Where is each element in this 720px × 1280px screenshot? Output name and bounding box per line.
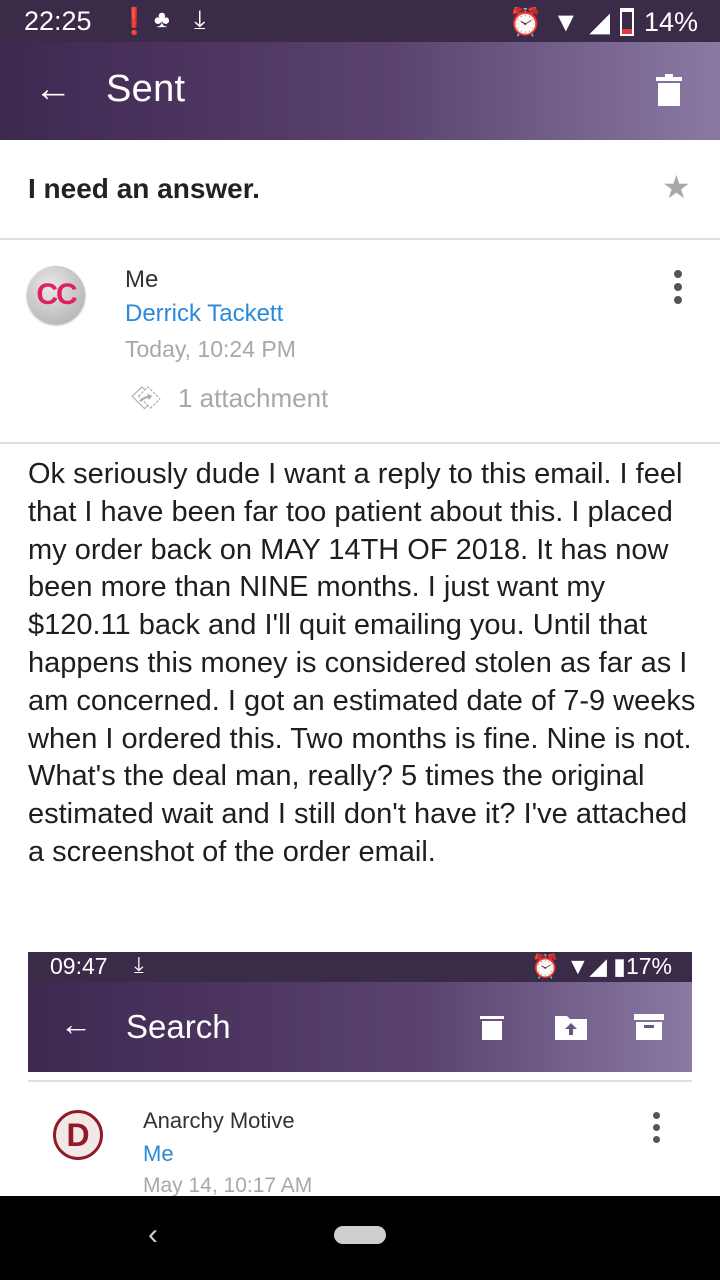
image-sender-name: Anarchy Motive (143, 1108, 295, 1133)
home-pill-icon[interactable] (334, 1226, 386, 1244)
avatar[interactable]: CC (27, 266, 85, 324)
navigation-bar: ‹ (0, 1196, 720, 1280)
status-time: 22:25 (24, 6, 92, 36)
image-status-time: 09:47 (50, 953, 108, 979)
back-arrow-icon[interactable]: ← (34, 69, 72, 109)
divider (28, 1080, 692, 1082)
image-date: May 14, 10:17 AM (143, 1174, 313, 1196)
back-arrow-icon: ← (60, 1006, 92, 1042)
star-icon[interactable]: ★ (662, 168, 691, 206)
battery-percent: 14% (643, 6, 698, 37)
recipient-name[interactable]: Derrick Tackett (125, 300, 283, 328)
image-status-bar: 09:47 ⤓ ⏰ ▼◢ ▮17% (28, 952, 692, 982)
nav-back-icon[interactable]: ‹ (148, 1218, 158, 1252)
avatar: D (53, 1110, 103, 1160)
image-title: Search (126, 1008, 231, 1045)
archive-icon (634, 1014, 664, 1040)
app-bar: ← Sent (0, 42, 720, 140)
folder-move-icon (555, 1016, 587, 1040)
more-vert-icon (651, 1112, 661, 1143)
subject: I need an answer. (28, 173, 260, 204)
paperclip-icon: ⎘ (127, 379, 164, 416)
page-title: Sent (106, 68, 186, 110)
status-bar: 22:25 ❗ ♣ ⤓ ⏰ ▼ ◢ 14% (0, 0, 720, 42)
sender-name: Me (125, 266, 159, 293)
image-battery-percent: 17% (625, 953, 672, 979)
message-header: CC Me Derrick Tackett Today, 10:24 PM ⎘ … (0, 240, 720, 444)
signal-icon: ◢ (589, 6, 610, 37)
image-status-indicators: ⏰ ▼◢ ▮17% (531, 953, 672, 979)
message-date: Today, 10:24 PM (125, 336, 296, 362)
status-indicators: ⏰ ▼ ◢ 14% (509, 6, 698, 38)
message-body: Ok seriously dude I want a reply to this… (28, 458, 696, 868)
attachment-image[interactable]: 09:47 ⤓ ⏰ ▼◢ ▮17% ← Search D Anarchy Mot… (28, 952, 692, 1196)
alert-icon: ❗ (118, 6, 151, 36)
subject-row: I need an answer. ★ (0, 140, 720, 240)
trash-icon[interactable] (656, 74, 682, 106)
wifi-icon: ▼ (552, 6, 580, 37)
image-app-bar: ← Search (28, 982, 692, 1072)
download-icon: ⤓ (194, 4, 206, 34)
image-recipient-name: Me (143, 1141, 174, 1166)
alarm-icon: ⏰ (508, 7, 543, 37)
battery-icon (619, 8, 634, 36)
download-icon: ⤓ (134, 952, 144, 977)
trash-icon (480, 1016, 504, 1040)
attachment-count[interactable]: 1 attachment (178, 383, 328, 414)
notification-icon: ♣ (154, 6, 170, 33)
more-vert-icon[interactable] (673, 270, 683, 304)
